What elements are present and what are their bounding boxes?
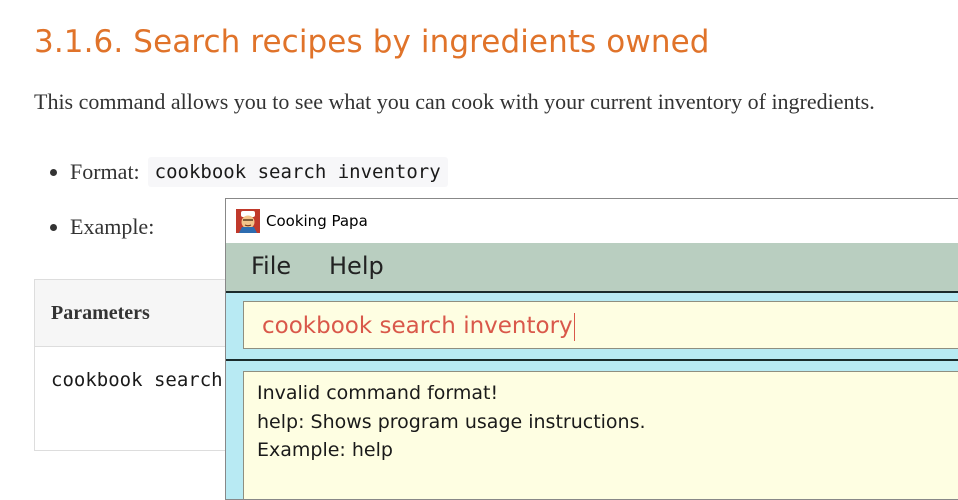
bullet-dot [50,168,57,176]
bullet-dot [50,223,57,231]
bullet-example: Example: [50,214,154,240]
command-box-panel: cookbook search inventory [226,291,958,361]
menu-bar: File Help [226,243,958,291]
cooking-papa-app-icon [236,209,260,233]
window-titlebar[interactable]: Cooking Papa [226,199,958,243]
result-line: Invalid command format! [257,382,499,404]
menu-file[interactable]: File [251,252,291,280]
bullet-format: Format: cookbook search inventory [50,157,448,187]
app-window: Cooking Papa File Help cookbook search i… [225,198,958,500]
table-header-parameters: Parameters [51,302,150,324]
example-label: Example: [70,214,155,239]
command-input[interactable]: cookbook search inventory [243,301,958,349]
text-caret [573,312,575,341]
command-input-text: cookbook search inventory [262,313,573,339]
result-line: help: Shows program usage instructions. [257,410,646,433]
result-display[interactable]: Invalid command format! help: Shows prog… [243,371,958,499]
section-description: This command allows you to see what you … [34,89,875,114]
result-display-panel: Invalid command format! help: Shows prog… [226,361,958,499]
section-heading: 3.1.6. Search recipes by ingredients own… [34,24,710,60]
format-code: cookbook search inventory [147,157,448,187]
format-label: Format: [70,159,140,184]
window-title: Cooking Papa [266,212,368,230]
result-line: Example: help [257,439,393,461]
menu-help[interactable]: Help [329,252,384,280]
